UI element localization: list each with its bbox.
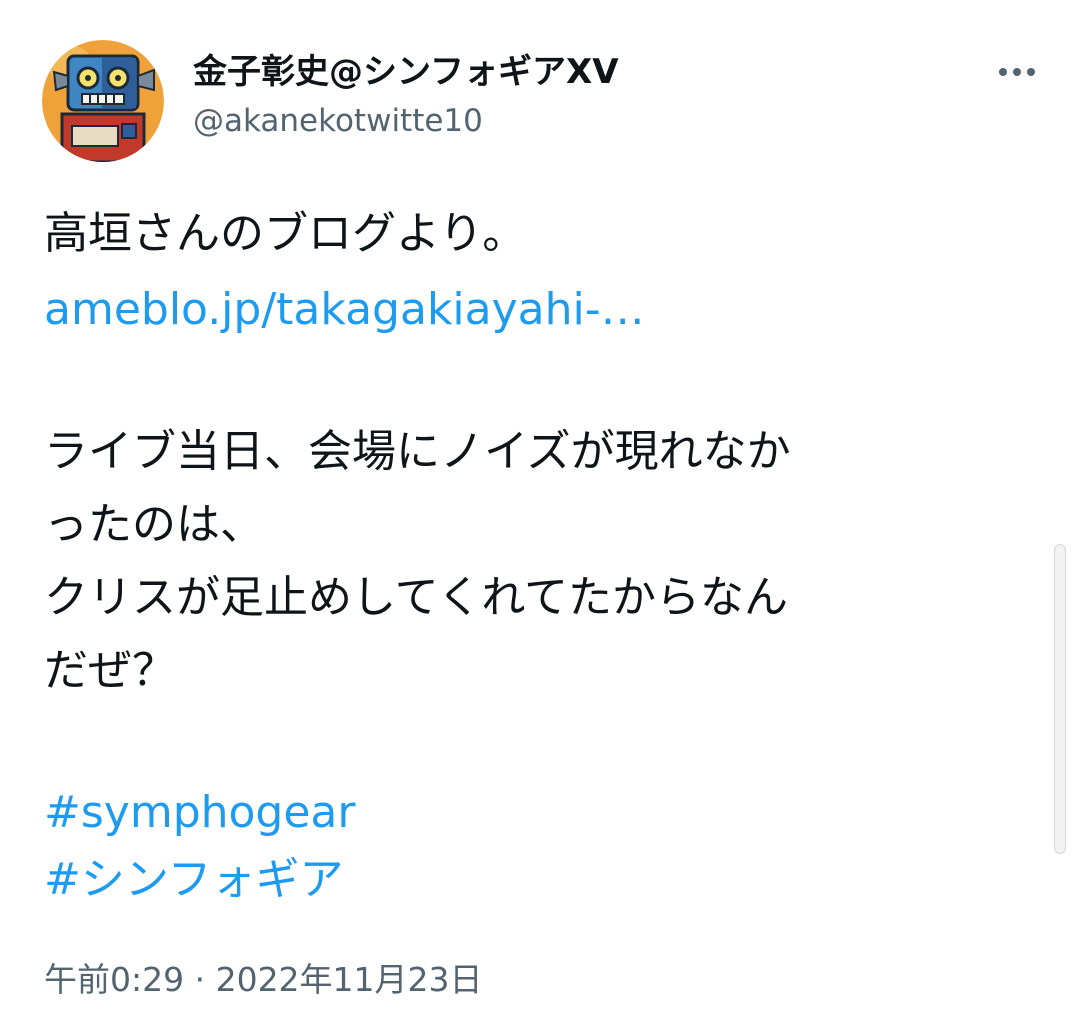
author-handle[interactable]: @akanekotwitte10 [193,100,483,142]
avatar[interactable] [42,40,164,162]
hashtag-symphogear-jp[interactable]: #シンフォギア [44,852,344,908]
tweet-text-line: だぜ？ [44,645,176,696]
tweet-timestamp[interactable]: 午前0:29 · 2022年11月23日 [44,958,483,1002]
tweet-text-line: クリスが足止めしてくれてたからなん [44,572,789,623]
scrollbar[interactable] [1054,544,1066,854]
author-display-name[interactable]: 金子彰史@シンフォギアXV [193,50,619,94]
tweet-text-line: 高垣さんのブログより。 [44,208,527,259]
robot-avatar-image [42,40,164,162]
blog-link[interactable]: ameblo.jp/takagakiayahi-… [44,282,645,338]
tweet-text-line: ライブ当日、会場にノイズが現れなか [44,426,791,477]
tweet-text-line: ったのは、 [44,499,264,550]
more-horizontal-icon [999,68,1035,76]
more-options-button[interactable] [994,52,1040,92]
hashtag-symphogear[interactable]: #symphogear [44,785,355,841]
